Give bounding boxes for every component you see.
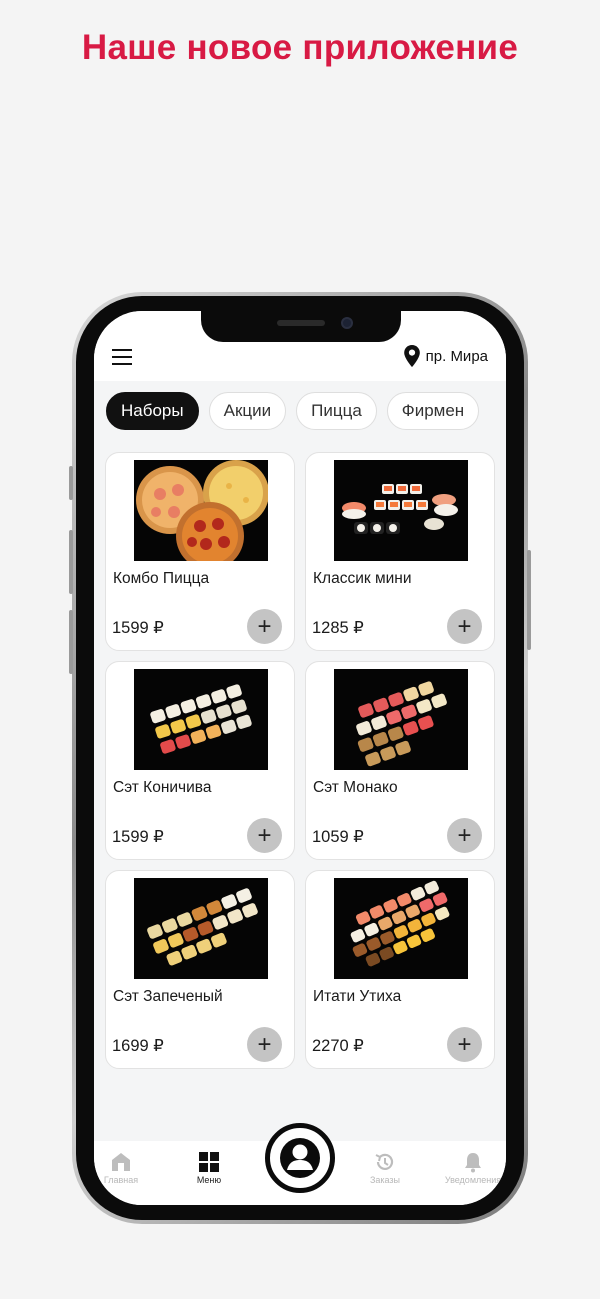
category-chip-signature[interactable]: Фирмен — [386, 392, 480, 430]
add-to-cart-button[interactable]: + — [247, 609, 282, 644]
product-card[interactable]: Итати Утиха 2270 ₽ + — [305, 870, 495, 1069]
menu-hamburger-icon[interactable] — [112, 349, 132, 365]
product-name: Итати Утиха — [313, 988, 402, 1005]
tab-notifications-label: Уведомления — [444, 1175, 502, 1185]
product-image-baked-set — [134, 878, 268, 979]
product-card[interactable]: Комбо Пицца 1599 ₽ + — [105, 452, 295, 651]
phone-screen: пр. Мира Наборы Акции Пицца Фирмен Комбо… — [94, 311, 506, 1205]
product-name: Классик мини — [313, 570, 412, 587]
user-avatar-icon — [280, 1138, 320, 1178]
product-image-sushi-set — [134, 669, 268, 770]
product-image-pizza — [134, 460, 268, 561]
product-name: Сэт Запеченый — [113, 988, 223, 1005]
front-camera — [341, 317, 353, 329]
tab-notifications[interactable]: Уведомления — [438, 1151, 506, 1185]
bell-icon — [465, 1153, 481, 1173]
location-selector[interactable]: пр. Мира — [402, 344, 488, 368]
home-icon — [112, 1153, 130, 1171]
product-card[interactable]: Сэт Монако 1059 ₽ + — [305, 661, 495, 860]
speaker-grill — [277, 320, 325, 326]
product-name: Сэт Коничива — [113, 779, 212, 796]
add-to-cart-button[interactable]: + — [447, 818, 482, 853]
mute-switch — [69, 466, 73, 500]
add-to-cart-button[interactable]: + — [247, 1027, 282, 1062]
tab-orders[interactable]: Заказы — [350, 1151, 420, 1185]
tab-home[interactable]: Главная — [94, 1151, 156, 1185]
tab-menu[interactable]: Меню — [174, 1151, 244, 1185]
product-card[interactable]: Классик мини 1285 ₽ + — [305, 452, 495, 651]
promo-title: Наше новое приложение — [81, 28, 519, 67]
product-price: 2270 ₽ — [312, 1037, 364, 1055]
volume-down-button — [69, 610, 73, 674]
tab-home-label: Главная — [103, 1175, 139, 1185]
product-name: Комбо Пицца — [113, 570, 210, 587]
product-price: 1599 ₽ — [112, 619, 164, 637]
grid-menu-icon — [199, 1152, 219, 1172]
product-price: 1599 ₽ — [112, 828, 164, 846]
category-tabs: Наборы Акции Пицца Фирмен — [106, 392, 480, 430]
volume-up-button — [69, 530, 73, 594]
history-icon — [375, 1153, 394, 1170]
profile-button[interactable] — [265, 1123, 335, 1193]
product-price: 1699 ₽ — [112, 1037, 164, 1055]
product-image-sushi — [334, 460, 468, 561]
category-chip-sets[interactable]: Наборы — [106, 392, 199, 430]
bottom-tab-bar: Главная Меню Заказы Уведомления — [94, 1123, 506, 1205]
add-to-cart-button[interactable]: + — [447, 1027, 482, 1062]
product-image-large-set — [334, 878, 468, 979]
category-chip-pizza[interactable]: Пицца — [296, 392, 377, 430]
product-card[interactable]: Сэт Запеченый 1699 ₽ + — [105, 870, 295, 1069]
product-name: Сэт Монако — [313, 779, 398, 796]
tab-menu-label: Меню — [196, 1175, 222, 1185]
product-card[interactable]: Сэт Коничива 1599 ₽ + — [105, 661, 295, 860]
category-chip-promotions[interactable]: Акции — [208, 392, 287, 430]
product-image-sushi-set — [334, 669, 468, 770]
product-price: 1285 ₽ — [312, 619, 364, 637]
phone-notch — [201, 311, 401, 342]
add-to-cart-button[interactable]: + — [447, 609, 482, 644]
location-label: пр. Мира — [425, 347, 488, 365]
product-price: 1059 ₽ — [312, 828, 364, 846]
add-to-cart-button[interactable]: + — [247, 818, 282, 853]
tab-orders-label: Заказы — [369, 1175, 401, 1185]
power-button — [527, 550, 531, 650]
map-pin-icon — [403, 345, 420, 367]
menu-content: Наборы Акции Пицца Фирмен Комбо Пицца 15… — [94, 381, 506, 1141]
